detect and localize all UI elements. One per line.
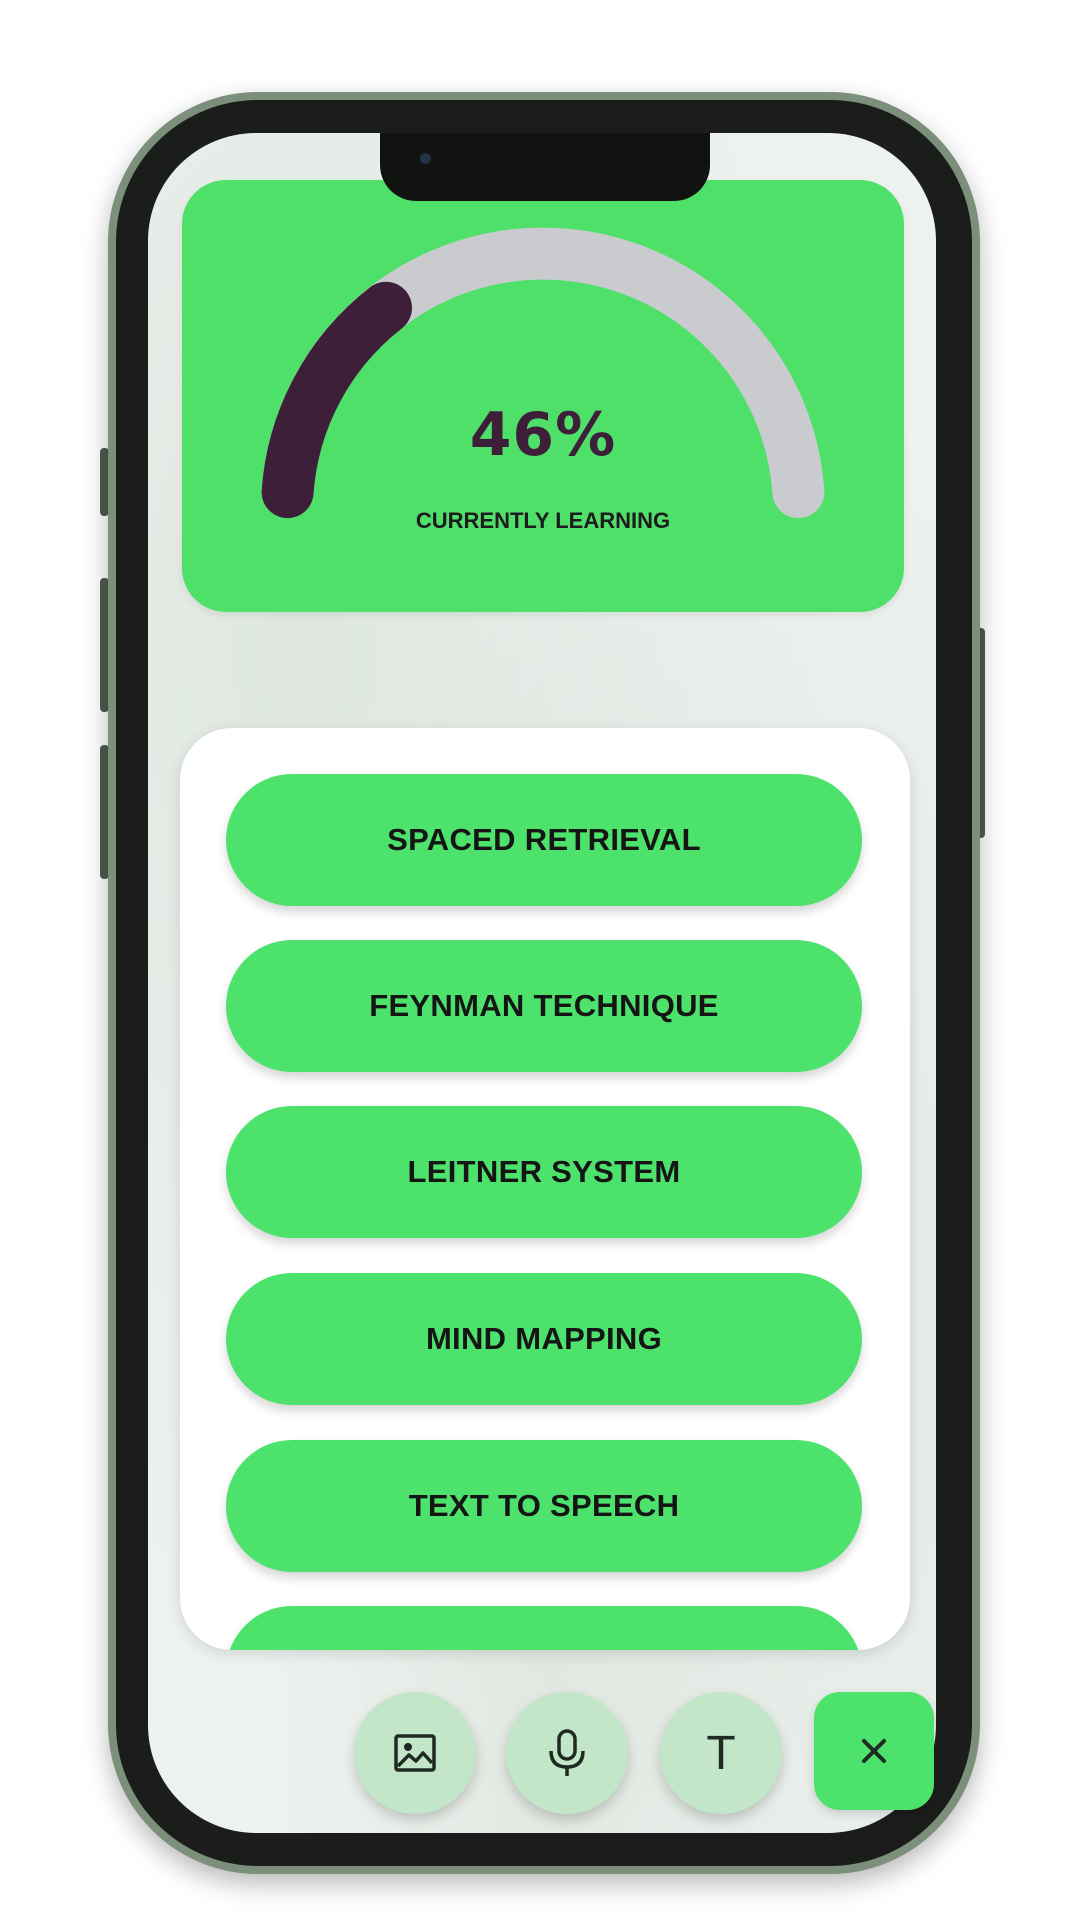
- learning-progress-card: 46% CURRENTLY LEARNING: [182, 180, 904, 612]
- leitner-system-button[interactable]: LEITNER SYSTEM: [226, 1106, 862, 1238]
- image-icon: [394, 1734, 436, 1772]
- techniques-list[interactable]: SPACED RETRIEVAL FEYNMAN TECHNIQUE LEITN…: [180, 728, 910, 1650]
- add-image-button[interactable]: [354, 1692, 476, 1814]
- progress-caption: CURRENTLY LEARNING: [415, 508, 671, 533]
- close-button[interactable]: [814, 1692, 934, 1810]
- microphone-icon: [549, 1729, 585, 1776]
- text-icon: T: [706, 1726, 736, 1780]
- add-text-button[interactable]: T: [660, 1692, 782, 1814]
- progress-percent: 46%: [469, 400, 617, 470]
- record-audio-button[interactable]: [506, 1692, 628, 1814]
- progress-gauge: [261, 227, 825, 519]
- mind-mapping-button[interactable]: MIND MAPPING: [226, 1273, 862, 1405]
- feynman-technique-button[interactable]: FEYNMAN TECHNIQUE: [226, 940, 862, 1072]
- front-camera-icon: [420, 153, 431, 164]
- app-screenshot: 46% CURRENTLY LEARNING SPACED RETRIEVAL …: [0, 0, 1080, 1920]
- phone-notch: [380, 133, 710, 201]
- text-to-speech-button[interactable]: TEXT TO SPEECH: [226, 1440, 862, 1572]
- spaced-retrieval-button[interactable]: SPACED RETRIEVAL: [226, 774, 862, 906]
- close-icon: [862, 1739, 886, 1763]
- technique-button-partial[interactable]: [226, 1606, 862, 1650]
